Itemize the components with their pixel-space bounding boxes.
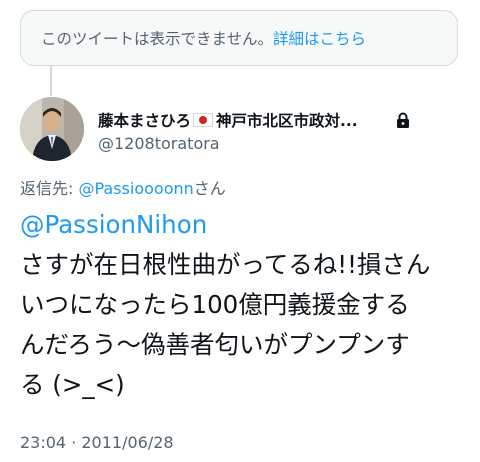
tweet-text: @PassionNihon さすが在日根性曲がってるね!!損さん いつになったら… — [20, 205, 468, 405]
unavailable-tweet-notice: このツイートは表示できません。 詳細はこちら — [20, 10, 458, 66]
replying-to-suffix: さん — [193, 179, 226, 198]
author-name-prefix: 藤本まさひろ — [98, 112, 192, 130]
learn-more-link[interactable]: 詳細はこちら — [273, 27, 366, 49]
notice-text: このツイートは表示できません。 — [41, 30, 274, 48]
tweet-mention[interactable]: @PassionNihon — [20, 205, 468, 245]
thread-connector-line — [50, 66, 52, 96]
tweet-timestamp[interactable]: 23:04 · 2011/06/28 — [20, 433, 174, 452]
lock-icon — [397, 112, 409, 128]
author-handle[interactable]: @1208toratora — [98, 134, 220, 153]
japan-flag-icon — [193, 113, 214, 127]
tweet-line: さすが在日根性曲がってるね!!損さん — [20, 250, 431, 279]
author-name[interactable]: 藤本まさひろ 神戸市北区市政対... — [98, 109, 420, 131]
tweet-line: んだろう〜偽善者匂いがプンプンす — [20, 330, 410, 359]
tweet-line: る (>_<) — [20, 370, 125, 399]
tweet-line: いつになったら100億円義援金する — [20, 290, 410, 319]
replying-to-label: 返信先: — [20, 179, 79, 198]
avatar-photo — [20, 97, 84, 161]
replying-to: 返信先: @Passioooonnさん — [20, 175, 226, 199]
avatar[interactable] — [20, 97, 84, 161]
replying-to-mention[interactable]: @Passioooonn — [78, 179, 193, 198]
author-name-suffix: 神戸市北区市政対... — [216, 112, 358, 130]
